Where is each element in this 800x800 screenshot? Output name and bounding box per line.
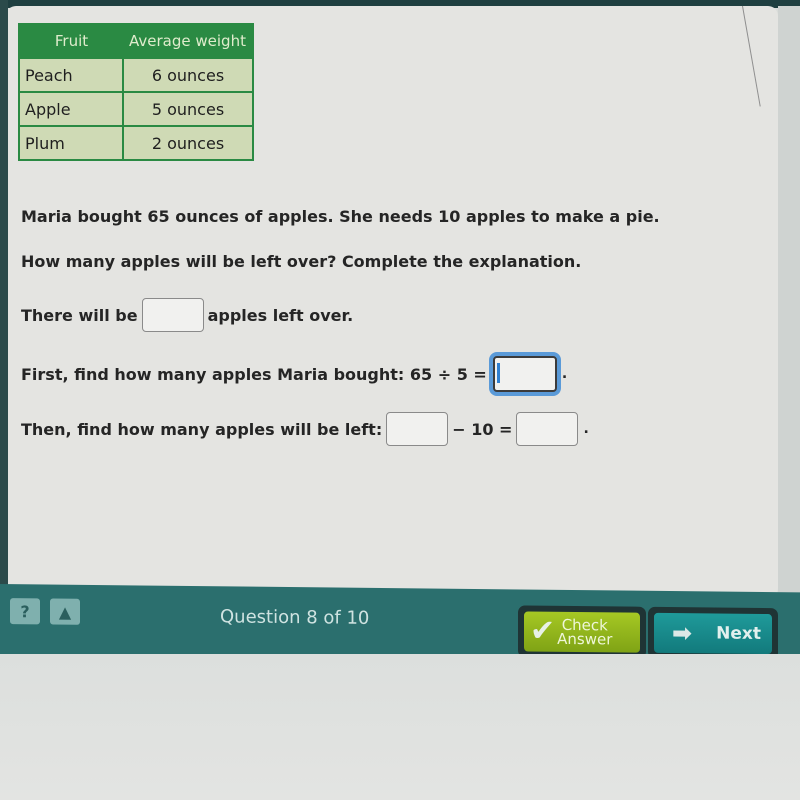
minus-ten-label: − 10 =	[452, 419, 513, 439]
apples-count-input[interactable]	[386, 412, 449, 446]
fruit-weight-table: Fruit Average weight Peach 6 ounces Appl…	[18, 23, 254, 161]
leftover-step: Then, find how many apples will be left:…	[21, 412, 589, 446]
question-mark-icon: ?	[20, 601, 30, 621]
screen-scratch	[742, 5, 761, 107]
fruit-name: Peach	[18, 57, 124, 93]
leftover-prefix: There will be	[21, 305, 138, 325]
next-button[interactable]: ➡ Next	[654, 612, 772, 655]
check-answer-label: Check Answer	[557, 616, 613, 649]
warning-icon: ▲	[58, 602, 72, 622]
check-answer-button[interactable]: ✔ Check Answer	[524, 611, 640, 653]
table-row: Peach 6 ounces	[18, 57, 254, 93]
check-answer-frame: ✔ Check Answer	[518, 605, 646, 659]
check-label-line2: Answer	[557, 629, 613, 649]
checkmark-icon: ✔	[530, 613, 556, 649]
period: .	[583, 421, 589, 437]
arrow-right-icon: ➡	[672, 619, 693, 648]
screen-bottom-area	[0, 654, 800, 800]
fruit-weight: 2 ounces	[122, 125, 254, 161]
next-frame: ➡ Next	[648, 606, 778, 661]
table-header-row: Fruit Average weight	[19, 24, 253, 58]
leftover-step-prefix: Then, find how many apples will be left:	[21, 419, 383, 439]
fruit-name: Plum	[18, 125, 124, 161]
problem-statement: Maria bought 65 ounces of apples. She ne…	[21, 207, 660, 226]
help-button[interactable]: ?	[10, 598, 40, 625]
fruit-name: Apple	[18, 91, 124, 127]
bought-answer-input[interactable]	[492, 356, 557, 392]
header-average-weight: Average weight	[123, 24, 253, 58]
problem-question: How many apples will be left over? Compl…	[21, 252, 582, 271]
bought-step-prefix: First, find how many apples Maria bought…	[21, 364, 487, 384]
left-edge	[0, 0, 8, 600]
apples-left-input[interactable]	[516, 412, 579, 446]
bottom-toolbar: ? ▲ Question 8 of 10 ✔ Check Answer ➡ Ne…	[0, 584, 800, 663]
fruit-weight: 5 ounces	[122, 91, 254, 127]
table-row: Apple 5 ounces	[18, 91, 254, 127]
leftover-answer-input[interactable]	[141, 298, 204, 332]
right-edge	[778, 6, 800, 598]
report-problem-button[interactable]: ▲	[50, 598, 80, 625]
table-row: Plum 2 ounces	[18, 125, 254, 161]
leftover-suffix: apples left over.	[207, 305, 354, 325]
header-fruit: Fruit	[19, 24, 123, 58]
text-caret	[496, 363, 500, 383]
bought-step: First, find how many apples Maria bought…	[21, 356, 567, 392]
question-counter: Question 8 of 10	[220, 606, 370, 629]
fruit-weight: 6 ounces	[122, 57, 254, 93]
leftover-sentence: There will be apples left over.	[21, 298, 353, 332]
period: .	[561, 366, 568, 382]
next-label: Next	[716, 623, 761, 644]
